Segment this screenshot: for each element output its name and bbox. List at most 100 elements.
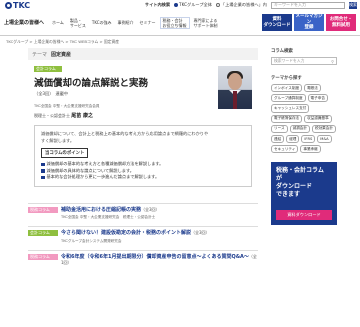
related-vol: （全3回） [191, 230, 210, 235]
download-button[interactable]: 資料 ダウンロード [262, 14, 292, 31]
article-author: 税理士・公認会計士 尾苗 康之 [34, 112, 218, 119]
menu-item-useful-info[interactable]: 税務・会計 お役立ち情報 [159, 16, 190, 29]
points-title: 当コラムのポイント [41, 148, 89, 158]
category-badge: 会計コラム [34, 66, 62, 72]
menu-item-products[interactable]: 製品・ サービス [68, 17, 88, 29]
radio-selected-icon [174, 3, 179, 7]
author-name: 尾苗 康之 [71, 113, 94, 119]
contact-button[interactable]: お問合せ・ 無料試用 [326, 14, 356, 31]
radio-tkc-group-label: TKCグループ全体 [179, 2, 212, 7]
tag[interactable]: 経理 [286, 134, 300, 144]
category-badge: 税務コラム [28, 206, 58, 213]
banner-download-button[interactable]: 資料ダウンロード [276, 210, 332, 221]
related-title-wrap[interactable]: 令和6年度（令和6年1月提出期限分）償却資産申告の留意点～よくある質問Q&A～（… [61, 254, 258, 267]
points-list-item: 基本的な会計処理から更に一歩進んだ論点まで解説します。 [41, 174, 245, 181]
related-title[interactable]: 今さら聞けない！建設仮勘定の会計・税務のポイント解説 [61, 230, 191, 236]
author-prefix: 税理士・公認会計士 [34, 113, 70, 118]
theme-value: 固定資産 [51, 51, 72, 58]
site-search-button[interactable]: 検索 [349, 1, 357, 9]
tkc-logo[interactable]: TKC [5, 1, 30, 10]
breadcrumb[interactable]: TKCグループ > 上場企業の皆様へ > TKC WEBコラム > 固定資産 [0, 36, 360, 48]
related-org: TKC全国会 中堅・大企業支援研究会 税理士・公認会計士 [61, 215, 156, 219]
points-list: 減価償却の基本的な考え方と各種減価償却方法を解説します。 減価償却の具体的な論点… [41, 161, 245, 181]
tag[interactable]: IFRS [301, 134, 316, 144]
author-photo [218, 66, 252, 109]
square-bullet-icon [41, 162, 45, 166]
related-body: 補助金活用における圧縮記帳の実務（全3回） TKC全国会 中堅・大企業支援研究会… [61, 207, 258, 221]
category-badge: 会計コラム [28, 230, 58, 236]
site-search-label: サイト内検索 [144, 2, 171, 7]
theme-header: テーマ 固定資産 [28, 48, 258, 60]
tag[interactable]: 電子申告 [307, 94, 328, 103]
newsletter-button[interactable]: メールマガジン 登録 [294, 14, 324, 31]
magnifier-icon[interactable]: ⚲ [331, 59, 334, 64]
tag[interactable]: キャッシュレス支付 [271, 104, 310, 113]
column-search-input[interactable]: 検索ワードを入力 ⚲ [271, 57, 337, 65]
site-title[interactable]: 上場企業の皆様へ [4, 19, 50, 26]
tag-list: インボイス制度 電帳法 グループ通算制度 電子申告 キャッシュレス支付 電子帳簿… [271, 84, 337, 154]
related-item[interactable]: 会計コラム 今さら聞けない！建設仮勘定の会計・税務のポイント解説（全3回） TK… [28, 226, 258, 250]
related-title-wrap[interactable]: 補助金活用における圧縮記帳の実務（全3回） [61, 207, 258, 214]
related-item[interactable]: 税務コラム 補助金活用における圧縮記帳の実務（全3回） TKC全国会 中堅・大企… [28, 202, 258, 227]
theme-label: テーマ [32, 51, 48, 58]
tag[interactable]: 連結 [271, 134, 285, 144]
related-org: TKCグループ会計システム開発研究会 [61, 238, 122, 243]
radio-within-site[interactable]: 「上場企業の皆様へ」内 [215, 2, 267, 8]
radio-unselected-icon [215, 3, 220, 7]
article-org: TKC全国会 中堅・大企業支援研究会会員 [34, 104, 100, 108]
menu: ホーム 製品・ サービス TKCの強み 事例紹介 セミナー 税務・会計 お役立ち… [50, 16, 262, 29]
download-banner[interactable]: 税務・会計コラム が ダウンロード できます 資料ダウンロード [271, 162, 337, 226]
points-description: 減価償却について、会計上と税務上の基本的な考え方から応用論点まで網羅的にわかりや… [41, 131, 209, 143]
related-item[interactable]: 税務コラム 令和6年度（令和6年1月提出期限分）償却資産申告の留意点～よくある質… [28, 249, 258, 273]
search-icon: 検索 [349, 2, 357, 7]
related-body: 今さら聞けない！建設仮勘定の会計・税務のポイント解説（全3回） TKCグループ会… [61, 230, 258, 244]
article-meta: （全3回） 連載中 [34, 91, 69, 96]
tag[interactable]: 減損会計 [289, 124, 310, 133]
menu-item-home[interactable]: ホーム [50, 17, 66, 29]
tkc-logo-icon [5, 1, 12, 9]
related-articles: 税務コラム 補助金活用における圧縮記帳の実務（全3回） TKC全国会 中堅・大企… [28, 202, 258, 273]
tag[interactable]: セキュリティ [271, 145, 299, 154]
menu-item-support[interactable]: 専門家による サポート体制 [192, 17, 220, 29]
radio-within-site-label: 「上場企業の皆様へ」内 [220, 2, 267, 7]
point-text: 基本的な会計処理から更に一歩進んだ論点まで解説します。 [46, 174, 160, 179]
main-navigation: 上場企業の皆様へ ホーム 製品・ サービス TKCの強み 事例紹介 セミナー 税… [0, 10, 360, 36]
menu-item-seminar[interactable]: セミナー [138, 17, 158, 29]
top-utility-bar: TKC サイト内検索 TKCグループ全体 「上場企業の皆様へ」内 キーワードを入… [0, 0, 360, 10]
related-vol: （全3回） [141, 206, 160, 212]
site-search-input[interactable]: キーワードを入力 [271, 1, 345, 9]
menu-item-cases[interactable]: 事例紹介 [116, 17, 136, 29]
tag[interactable]: 電帳法 [304, 84, 321, 93]
tag[interactable]: グループ通算制度 [271, 94, 306, 103]
logo-text: TKC [13, 0, 31, 10]
tag[interactable]: 電子帳簿保存法 [271, 114, 303, 123]
photo-tie [233, 91, 237, 109]
tag[interactable]: 事業承継 [300, 145, 321, 154]
column-search-title: コラム検索 [271, 49, 293, 54]
tag[interactable]: M&A [317, 134, 332, 144]
menu-item-strengths[interactable]: TKCの強み [90, 17, 114, 29]
related-title[interactable]: 補助金活用における圧縮記帳の実務 [61, 207, 141, 213]
tag[interactable]: 税効果会計 [311, 124, 336, 133]
tag[interactable]: 収益認識基準 [304, 114, 332, 123]
tag[interactable]: リース [271, 124, 288, 133]
radio-tkc-group[interactable]: TKCグループ全体 [174, 2, 212, 8]
featured-article[interactable]: 会計コラム 減価償却の論点解説と実務 （全3回） 連載中 TKC全国会 中堅・大… [28, 66, 258, 119]
theme-tags-box: テーマから探す インボイス制度 電帳法 グループ通算制度 電子申告 キャッシュレ… [271, 75, 337, 154]
main-column: テーマ 固定資産 会計コラム 減価償却の論点解説と実務 （全3回） 連載中 TK… [28, 48, 258, 273]
related-title-wrap[interactable]: 今さら聞けない！建設仮勘定の会計・税務のポイント解説（全3回） [61, 230, 258, 237]
category-badge: 税務コラム [28, 253, 58, 260]
tags-title: テーマから探す [271, 76, 302, 81]
related-title[interactable]: 令和6年度（令和6年1月提出期限分）償却資産申告の留意点～よくある質問Q&A～ [61, 254, 249, 260]
content-wrapper: テーマ 固定資産 会計コラム 減価償却の論点解説と実務 （全3回） 連載中 TK… [0, 48, 360, 273]
photo-face [228, 73, 242, 90]
column-points-box: 減価償却について、会計上と税務上の基本的な考え方から応用論点まで網羅的にわかりや… [34, 125, 252, 187]
column-search-placeholder: 検索ワードを入力 [274, 58, 305, 63]
article-title[interactable]: 減価償却の論点解説と実務 [34, 75, 218, 89]
sidebar: コラム検索 検索ワードを入力 ⚲ テーマから探す インボイス制度 電帳法 グルー… [271, 48, 337, 273]
tag[interactable]: インボイス制度 [271, 84, 303, 93]
site-search-area: サイト内検索 TKCグループ全体 「上場企業の皆様へ」内 キーワードを入力 検索 [144, 1, 357, 9]
article-info: 会計コラム 減価償却の論点解説と実務 （全3回） 連載中 TKC全国会 中堅・大… [34, 66, 218, 119]
banner-title: 税務・会計コラム が ダウンロード できます [276, 167, 324, 199]
cta-buttons: 資料 ダウンロード メールマガジン 登録 お問合せ・ 無料試用 [262, 14, 356, 31]
